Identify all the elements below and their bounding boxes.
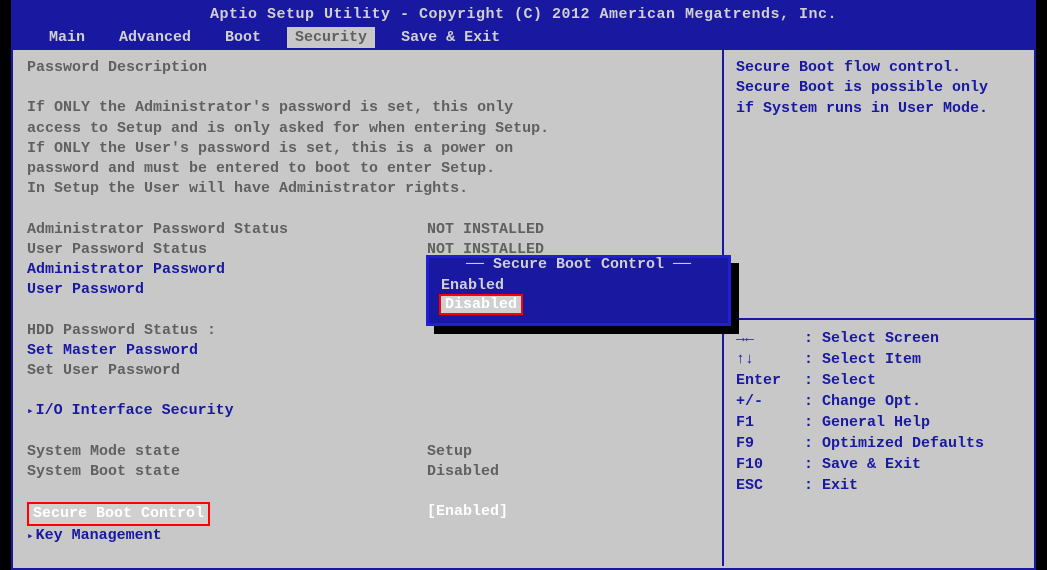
tab-advanced[interactable]: Advanced <box>111 27 199 48</box>
tab-main[interactable]: Main <box>41 27 93 48</box>
content-area: Password Description If ONLY the Adminis… <box>13 48 1034 566</box>
secure-boot-popup: ── Secure Boot Control ── Enabled Disabl… <box>426 255 731 326</box>
key-arrows-ud: ↑↓ <box>736 349 804 370</box>
tab-save-exit[interactable]: Save & Exit <box>393 27 508 48</box>
key-help: →←: Select Screen ↑↓: Select Item Enter:… <box>724 320 1034 504</box>
system-boot-value: Disabled <box>427 462 708 482</box>
right-panel: Secure Boot flow control. Secure Boot is… <box>724 50 1034 566</box>
key-enter: Enter <box>736 370 804 391</box>
admin-pw-status-label: Administrator Password Status <box>27 220 427 240</box>
user-pw-status-label: User Password Status <box>27 240 427 260</box>
key-f10: F10 <box>736 454 804 475</box>
password-description-title: Password Description <box>27 58 708 78</box>
key-f1: F1 <box>736 412 804 433</box>
popup-title: ── Secure Boot Control ── <box>429 256 728 273</box>
system-mode-value: Setup <box>427 442 708 462</box>
key-f10-desc: : Save & Exit <box>804 454 921 475</box>
key-enter-desc: : Select <box>804 370 876 391</box>
system-mode-label: System Mode state <box>27 442 427 462</box>
key-esc: ESC <box>736 475 804 496</box>
tab-security[interactable]: Security <box>287 27 375 48</box>
key-esc-desc: : Exit <box>804 475 858 496</box>
popup-option-enabled[interactable]: Enabled <box>439 277 718 294</box>
bios-window: Aptio Setup Utility - Copyright (C) 2012… <box>11 0 1036 570</box>
secure-boot-value: [Enabled] <box>427 502 708 526</box>
help-text: Secure Boot flow control. Secure Boot is… <box>724 50 1034 320</box>
key-plusminus: +/- <box>736 391 804 412</box>
admin-pw-status-row: Administrator Password Status NOT INSTAL… <box>27 220 708 240</box>
key-arrows-lr-desc: : Select Screen <box>804 328 939 349</box>
key-arrows-lr: →← <box>736 328 804 349</box>
system-boot-label: System Boot state <box>27 462 427 482</box>
secure-boot-row[interactable]: Secure Boot Control [Enabled] <box>27 502 708 526</box>
io-interface-item[interactable]: I/O Interface Security <box>27 401 708 421</box>
key-plusminus-desc: : Change Opt. <box>804 391 921 412</box>
key-f9: F9 <box>736 433 804 454</box>
tab-boot[interactable]: Boot <box>217 27 269 48</box>
key-f1-desc: : General Help <box>804 412 930 433</box>
key-management-item[interactable]: Key Management <box>27 526 708 546</box>
popup-option-disabled[interactable]: Disabled <box>439 294 523 315</box>
password-description-body: If ONLY the Administrator's password is … <box>27 98 708 199</box>
system-mode-row: System Mode state Setup <box>27 442 708 462</box>
key-f9-desc: : Optimized Defaults <box>804 433 984 454</box>
system-boot-row: System Boot state Disabled <box>27 462 708 482</box>
header-title: Aptio Setup Utility - Copyright (C) 2012… <box>13 2 1034 27</box>
set-user-pw-item: Set User Password <box>27 361 708 381</box>
key-arrows-ud-desc: : Select Item <box>804 349 921 370</box>
set-master-pw-item[interactable]: Set Master Password <box>27 341 708 361</box>
tab-bar: Main Advanced Boot Security Save & Exit <box>13 27 1034 48</box>
admin-pw-status-value: NOT INSTALLED <box>427 220 708 240</box>
secure-boot-label[interactable]: Secure Boot Control <box>27 502 210 526</box>
